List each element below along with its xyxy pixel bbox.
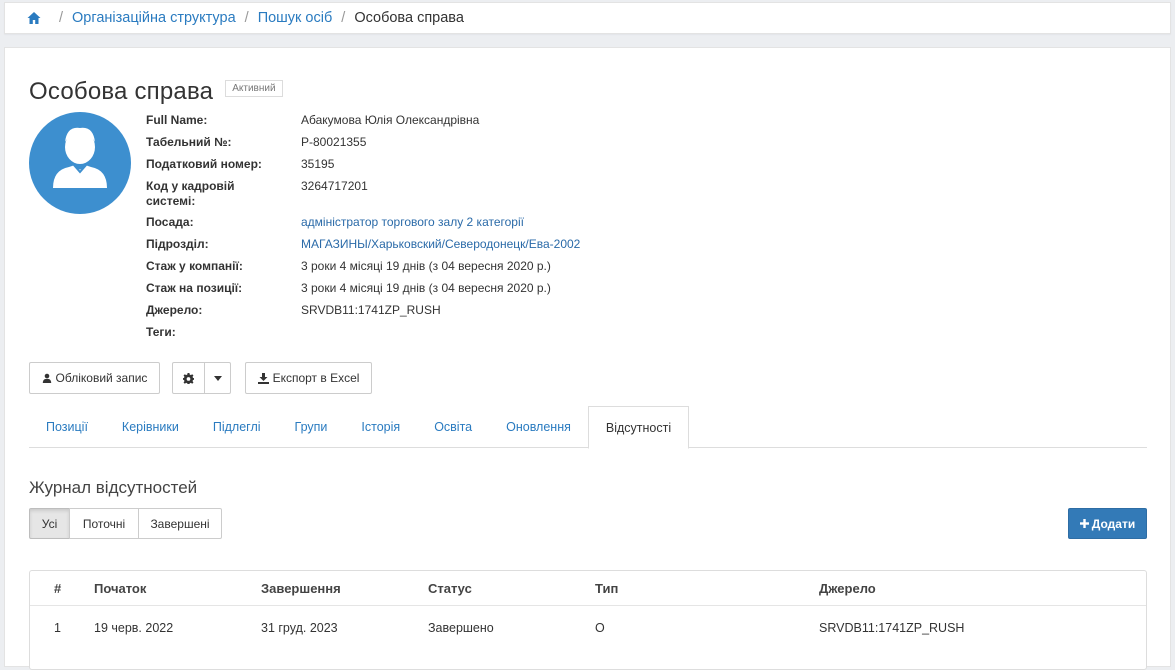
column-header: Тип: [595, 580, 619, 596]
caret-down-icon: [213, 375, 222, 381]
column-header: Джерело: [819, 580, 876, 596]
absences-table: # Початок Завершення Статус Тип Джерело …: [29, 570, 1147, 670]
breadcrumb-separator: /: [341, 10, 346, 26]
position-link[interactable]: адміністратор торгового залу 2 категорії: [301, 215, 524, 230]
table-cell: SRVDB11:1741ZP_RUSH: [819, 620, 965, 635]
export-button-label: Експорт в Excel: [272, 371, 360, 385]
field-value: 3264717201: [301, 179, 368, 193]
breadcrumb-current: Особова справа: [354, 10, 464, 26]
table-cell: 19 черв. 2022: [94, 620, 174, 635]
tab-positions[interactable]: Позиції: [29, 406, 105, 448]
title-row: Особова справа Активний: [29, 78, 283, 106]
add-absence-button[interactable]: Додати: [1068, 508, 1147, 539]
field-label: Стаж на позиції:: [146, 281, 243, 295]
table-cell: 31 груд. 2023: [261, 620, 338, 635]
filter-all-button[interactable]: Усі: [29, 508, 70, 539]
account-button-label: Обліковий запис: [55, 371, 148, 385]
field-label: Підрозділ:: [146, 237, 209, 251]
field-label: Посада:: [146, 215, 194, 229]
field-source: Джерело: SRVDB11:1741ZP_RUSH: [146, 303, 846, 318]
main-panel: Особова справа Активний Full Name: Абаку…: [4, 47, 1171, 670]
account-button[interactable]: Обліковий запис: [29, 362, 160, 394]
field-label: Стаж у компанії:: [146, 259, 243, 273]
field-label: Full Name:: [146, 113, 208, 127]
field-value: 35195: [301, 157, 335, 171]
field-label: Податковий номер:: [146, 157, 262, 171]
field-label: Теги:: [146, 325, 176, 339]
tab-absences[interactable]: Відсутності: [587, 406, 690, 449]
tab-education[interactable]: Освіта: [417, 406, 489, 448]
field-label: Джерело:: [146, 303, 203, 317]
gear-icon: [183, 372, 194, 384]
column-header: Статус: [428, 580, 472, 596]
settings-caret-button[interactable]: [205, 362, 231, 394]
user-icon: [42, 373, 52, 383]
settings-button[interactable]: [172, 362, 205, 394]
breadcrumb-org-structure[interactable]: Організаційна структура: [72, 10, 236, 26]
field-label: Код у кадровій системі:: [146, 179, 235, 208]
tab-subordinates[interactable]: Підлеглі: [196, 406, 278, 448]
field-company-tenure: Стаж у компанії: 3 роки 4 місяці 19 днів…: [146, 259, 846, 274]
download-icon: [257, 372, 269, 384]
field-value: P-80021355: [301, 135, 367, 149]
add-button-label: Додати: [1091, 516, 1136, 531]
settings-dropdown: [172, 362, 231, 394]
status-badge: Активний: [225, 79, 283, 97]
filter-completed-button[interactable]: Завершені: [138, 508, 222, 539]
column-header: Завершення: [261, 580, 341, 596]
table-header: # Початок Завершення Статус Тип Джерело: [30, 571, 1146, 606]
table-cell: Завершено: [428, 620, 494, 635]
field-employee-number: Табельний №: P-80021355: [146, 135, 846, 150]
table-cell: О: [595, 620, 605, 635]
absences-title: Журнал відсутностей: [29, 478, 198, 497]
tab-history[interactable]: Історія: [344, 406, 417, 448]
table-row[interactable]: 1 19 черв. 2022 31 груд. 2023 Завершено …: [30, 606, 1146, 649]
field-department: Підрозділ: МАГАЗИНЫ/Харьковский/Северодо…: [146, 237, 846, 252]
column-header: Початок: [94, 580, 147, 596]
field-tags: Теги:: [146, 325, 846, 340]
tab-managers[interactable]: Керівники: [105, 406, 196, 448]
tab-updates[interactable]: Оновлення: [489, 406, 588, 448]
department-link[interactable]: МАГАЗИНЫ/Харьковский/Северодонецк/Ева-20…: [301, 237, 580, 252]
field-value: 3 роки 4 місяці 19 днів (з 04 вересня 20…: [301, 281, 551, 295]
profile-tabs: Позиції Керівники Підлеглі Групи Історія…: [29, 406, 1147, 449]
field-value: SRVDB11:1741ZP_RUSH: [301, 303, 441, 317]
breadcrumb: / Організаційна структура / Пошук осіб /…: [4, 2, 1171, 34]
table-cell: 1: [54, 620, 61, 635]
breadcrumb-separator: /: [244, 10, 249, 26]
field-tax-number: Податковий номер: 35195: [146, 157, 846, 172]
field-position: Посада: адміністратор торгового залу 2 к…: [146, 215, 846, 230]
profile-info: Full Name: Абакумова Юлія Олександрівна …: [146, 113, 846, 347]
page-title: Особова справа: [29, 78, 214, 105]
field-full-name: Full Name: Абакумова Юлія Олександрівна: [146, 113, 846, 128]
field-hr-code: Код у кадровій системі: 3264717201: [146, 179, 846, 209]
absence-filter-group: Усі Поточні Завершені: [29, 508, 222, 539]
breadcrumb-person-search[interactable]: Пошук осіб: [258, 10, 333, 26]
field-position-tenure: Стаж на позиції: 3 роки 4 місяці 19 днів…: [146, 281, 846, 296]
field-value: 3 роки 4 місяці 19 днів (з 04 вересня 20…: [301, 259, 551, 273]
field-value: Абакумова Юлія Олександрівна: [301, 113, 480, 127]
tab-groups[interactable]: Групи: [278, 406, 345, 448]
user-avatar-icon: [29, 112, 131, 214]
field-label: Табельний №:: [146, 135, 232, 149]
home-icon[interactable]: [27, 11, 41, 25]
plus-icon: [1079, 519, 1089, 528]
filter-current-button[interactable]: Поточні: [69, 508, 139, 539]
export-excel-button[interactable]: Експорт в Excel: [245, 362, 372, 394]
column-header: #: [54, 580, 62, 596]
breadcrumb-separator: /: [59, 10, 64, 26]
